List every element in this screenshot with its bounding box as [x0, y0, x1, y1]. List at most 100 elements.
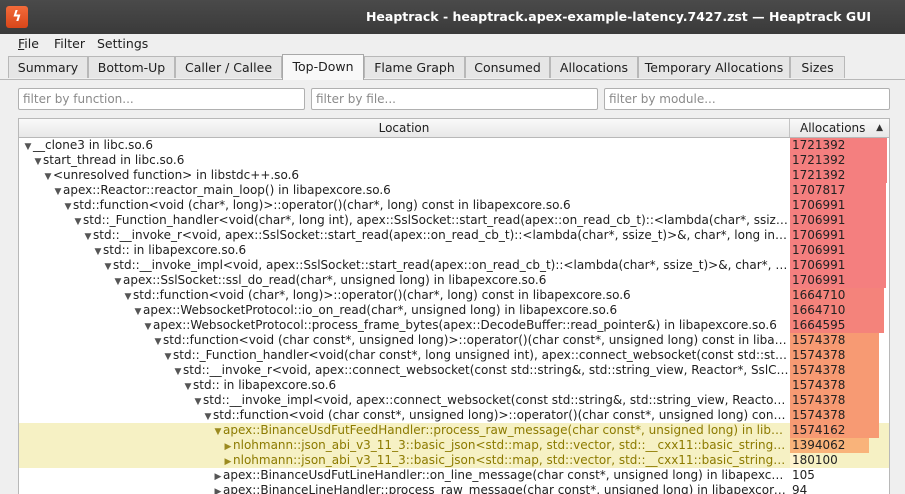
expand-arrow-icon[interactable]: ▶	[223, 440, 233, 453]
tree-row-allocations: 1706991	[790, 258, 889, 273]
collapse-arrow-icon[interactable]: ▼	[143, 320, 153, 333]
tree-row-location: ▼ apex::Reactor::reactor_main_loop() in l…	[19, 183, 789, 198]
tree-row[interactable]: ▼ <unresolved function> in libstdc++.so.6…	[19, 168, 889, 183]
tree-row[interactable]: ▼ apex::Reactor::reactor_main_loop() in l…	[19, 183, 889, 198]
tab-summary[interactable]: Summary	[8, 56, 88, 78]
menu-file[interactable]: File	[18, 34, 39, 54]
tree-row[interactable]: ▶ nlohmann::json_abi_v3_11_3::basic_json<…	[19, 438, 889, 453]
allocation-count: 1721392	[792, 168, 846, 182]
collapse-arrow-icon[interactable]: ▼	[113, 275, 123, 288]
tab-top-down[interactable]: Top-Down	[282, 54, 364, 80]
tree-row[interactable]: ▼ std::__invoke_impl<void, apex::SslSocke…	[19, 258, 889, 273]
tree-row-label: std::__invoke_r<void, apex::SslSocket::s…	[93, 228, 789, 242]
expand-arrow-icon[interactable]: ▶	[223, 455, 233, 468]
tree-row-label: std::function<void (char const*, unsigne…	[163, 333, 789, 347]
allocation-count: 1706991	[792, 213, 846, 227]
allocation-count: 1574378	[792, 393, 846, 407]
tree-row[interactable]: ▼ std::__invoke_impl<void, apex::connect_…	[19, 393, 889, 408]
tree-row-label: std::function<void (char*, long)>::opera…	[133, 288, 631, 302]
tree-row[interactable]: ▼ __clone3 in libc.so.6 1721392	[19, 138, 889, 153]
tree-row-location: ▼ apex::SslSocket::ssl_do_read(char*, uns…	[19, 273, 789, 288]
expand-arrow-icon[interactable]: ▶	[213, 470, 223, 483]
tree-row-label: std:: in libapexcore.so.6	[103, 243, 247, 257]
tree-row[interactable]: ▼ apex::WebsocketProtocol::io_on_read(cha…	[19, 303, 889, 318]
tree-row-label: start_thread in libc.so.6	[43, 153, 185, 167]
collapse-arrow-icon[interactable]: ▼	[163, 350, 173, 363]
menu-settings[interactable]: Settings	[97, 34, 148, 54]
tree-row[interactable]: ▼ std::function<void (char*, long)>::oper…	[19, 198, 889, 213]
tree-row-location: ▼ apex::BinanceUsdFutFeedHandler::process…	[19, 423, 789, 438]
tree-row[interactable]: ▼ std::function<void (char*, long)>::oper…	[19, 288, 889, 303]
collapse-arrow-icon[interactable]: ▼	[133, 305, 143, 318]
allocation-count: 1664710	[792, 303, 846, 317]
tree-row-location: ▼ std::__invoke_impl<void, apex::connect_…	[19, 393, 789, 408]
collapse-arrow-icon[interactable]: ▼	[43, 170, 53, 183]
tree-row-location: ▼ std:: in libapexcore.so.6	[19, 378, 789, 393]
tab-flame-graph[interactable]: Flame Graph	[364, 56, 465, 78]
tree-row-label: __clone3 in libc.so.6	[33, 138, 153, 152]
tree-row-label: std::function<void (char const*, unsigne…	[213, 408, 789, 422]
tab-temporary-allocations[interactable]: Temporary Allocations	[638, 56, 790, 78]
column-header-allocations-label: Allocations	[800, 121, 866, 135]
tree-row-location: ▼ std::_Function_handler<void(char*, long…	[19, 213, 789, 228]
tree-row[interactable]: ▶ apex::BinanceUsdFutLineHandler::on_line…	[19, 468, 889, 483]
tree-row[interactable]: ▼ apex::BinanceUsdFutFeedHandler::process…	[19, 423, 889, 438]
filter-file-input[interactable]	[311, 88, 598, 110]
tree-row-label: apex::SslSocket::ssl_do_read(char*, unsi…	[123, 273, 547, 287]
allocation-count: 1664710	[792, 288, 846, 302]
tree-row[interactable]: ▼ std::_Function_handler<void(char const*…	[19, 348, 889, 363]
collapse-arrow-icon[interactable]: ▼	[203, 410, 213, 423]
tree-row-allocations: 1574378	[790, 408, 889, 423]
column-header-allocations[interactable]: Allocations ▲	[790, 119, 889, 137]
tree-row-location: ▶ nlohmann::json_abi_v3_11_3::basic_json<…	[19, 453, 789, 468]
collapse-arrow-icon[interactable]: ▼	[73, 215, 83, 228]
allocation-count: 1706991	[792, 228, 846, 242]
tree-row-location: ▼ std::function<void (char*, long)>::oper…	[19, 288, 789, 303]
tab-caller-callee[interactable]: Caller / Callee	[175, 56, 282, 78]
tree-row-allocations: 94	[790, 483, 889, 494]
tree-row-allocations: 180100	[790, 453, 889, 468]
collapse-arrow-icon[interactable]: ▼	[213, 425, 223, 438]
tab-sizes[interactable]: Sizes	[790, 56, 845, 78]
collapse-arrow-icon[interactable]: ▼	[103, 260, 113, 273]
allocation-count: 1706991	[792, 273, 846, 287]
tree-row[interactable]: ▼ apex::WebsocketProtocol::process_frame_…	[19, 318, 889, 333]
collapse-arrow-icon[interactable]: ▼	[173, 365, 183, 378]
filter-module-input[interactable]	[604, 88, 890, 110]
collapse-arrow-icon[interactable]: ▼	[23, 140, 33, 153]
tree-row[interactable]: ▼ std::__invoke_r<void, apex::connect_web…	[19, 363, 889, 378]
column-header-location[interactable]: Location	[19, 119, 790, 137]
collapse-arrow-icon[interactable]: ▼	[63, 200, 73, 213]
tab-bottom-up[interactable]: Bottom-Up	[88, 56, 175, 78]
filter-function-input[interactable]	[18, 88, 305, 110]
tree-row[interactable]: ▼ std:: in libapexcore.so.6 1574378	[19, 378, 889, 393]
tree-row[interactable]: ▼ apex::SslSocket::ssl_do_read(char*, uns…	[19, 273, 889, 288]
collapse-arrow-icon[interactable]: ▼	[53, 185, 63, 198]
tree-row-allocations: 1574378	[790, 348, 889, 363]
tree-row[interactable]: ▶ nlohmann::json_abi_v3_11_3::basic_json<…	[19, 453, 889, 468]
collapse-arrow-icon[interactable]: ▼	[33, 155, 43, 168]
tree-row[interactable]: ▼ std::function<void (char const*, unsign…	[19, 408, 889, 423]
tab-allocations[interactable]: Allocations	[550, 56, 638, 78]
collapse-arrow-icon[interactable]: ▼	[83, 230, 93, 243]
collapse-arrow-icon[interactable]: ▼	[183, 380, 193, 393]
tree-row-allocations: 1574378	[790, 393, 889, 408]
tree-row-allocations: 1664710	[790, 288, 889, 303]
tree-row[interactable]: ▼ std::function<void (char const*, unsign…	[19, 333, 889, 348]
tree-row-label: std::_Function_handler<void(char*, long …	[83, 213, 789, 227]
tree-row[interactable]: ▼ std::_Function_handler<void(char*, long…	[19, 213, 889, 228]
tree-row-allocations: 1721392	[790, 138, 889, 153]
collapse-arrow-icon[interactable]: ▼	[153, 335, 163, 348]
collapse-arrow-icon[interactable]: ▼	[93, 245, 103, 258]
collapse-arrow-icon[interactable]: ▼	[123, 290, 133, 303]
tree-row-location: ▼ std::__invoke_impl<void, apex::SslSocke…	[19, 258, 789, 273]
top-down-tree[interactable]: Location Allocations ▲ ▼ __clone3 in libc…	[18, 118, 890, 494]
tree-row[interactable]: ▼ std:: in libapexcore.so.6 1706991	[19, 243, 889, 258]
collapse-arrow-icon[interactable]: ▼	[193, 395, 203, 408]
tree-row[interactable]: ▼ start_thread in libc.so.6 1721392	[19, 153, 889, 168]
tree-row[interactable]: ▶ apex::BinanceLineHandler::process_raw_m…	[19, 483, 889, 494]
tree-row[interactable]: ▼ std::__invoke_r<void, apex::SslSocket::…	[19, 228, 889, 243]
tab-consumed[interactable]: Consumed	[465, 56, 550, 78]
menu-filter[interactable]: Filter	[54, 34, 85, 54]
allocation-count: 1394062	[792, 438, 846, 452]
